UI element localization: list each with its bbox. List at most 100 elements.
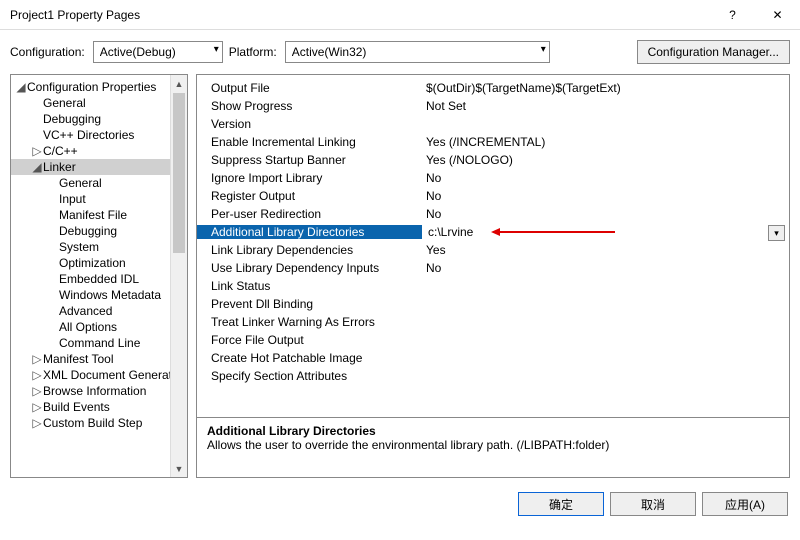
tree-item[interactable]: Advanced bbox=[11, 303, 187, 319]
scroll-up-icon[interactable]: ▲ bbox=[171, 75, 187, 92]
tree-item[interactable]: VC++ Directories bbox=[11, 127, 187, 143]
tree-linker[interactable]: ◢Linker bbox=[11, 159, 187, 175]
tree-label: Optimization bbox=[59, 256, 126, 270]
tree-item[interactable]: ▷Build Events bbox=[11, 399, 187, 415]
tree-item[interactable]: Command Line bbox=[11, 335, 187, 351]
tree-label: Linker bbox=[43, 160, 76, 174]
property-row[interactable]: Ignore Import LibraryNo bbox=[197, 169, 789, 187]
tree-label: Debugging bbox=[43, 112, 101, 126]
property-value[interactable]: No bbox=[422, 207, 789, 221]
property-row[interactable]: Enable Incremental LinkingYes (/INCREMEN… bbox=[197, 133, 789, 151]
dropdown-icon[interactable]: ▾ bbox=[768, 225, 785, 241]
tree-item[interactable]: Embedded IDL bbox=[11, 271, 187, 287]
tree-label: Build Events bbox=[43, 400, 110, 414]
tree-item[interactable]: Windows Metadata bbox=[11, 287, 187, 303]
property-row[interactable]: Additional Library Directories ▾ bbox=[197, 223, 789, 241]
property-label: Prevent Dll Binding bbox=[197, 297, 422, 311]
property-label: Enable Incremental Linking bbox=[197, 135, 422, 149]
expanded-icon[interactable]: ◢ bbox=[31, 160, 43, 174]
configuration-label: Configuration: bbox=[10, 45, 87, 59]
property-value[interactable]: Yes (/NOLOGO) bbox=[422, 153, 789, 167]
property-row[interactable]: Suppress Startup BannerYes (/NOLOGO) bbox=[197, 151, 789, 169]
tree-item[interactable]: System bbox=[11, 239, 187, 255]
collapsed-icon[interactable]: ▷ bbox=[31, 352, 43, 366]
help-button[interactable]: ? bbox=[710, 0, 755, 30]
platform-combo[interactable]: ▾ bbox=[285, 41, 550, 63]
collapsed-icon[interactable]: ▷ bbox=[31, 416, 43, 430]
property-label: Additional Library Directories bbox=[197, 225, 422, 239]
collapsed-icon[interactable]: ▷ bbox=[31, 144, 43, 158]
tree-item[interactable]: ▷Browse Information bbox=[11, 383, 187, 399]
tree-label: General bbox=[59, 176, 102, 190]
tree-label: Custom Build Step bbox=[43, 416, 142, 430]
tree-label: Input bbox=[59, 192, 86, 206]
property-row[interactable]: Per-user RedirectionNo bbox=[197, 205, 789, 223]
property-label: Per-user Redirection bbox=[197, 207, 422, 221]
cancel-button[interactable]: 取消 bbox=[610, 492, 696, 516]
property-label: Treat Linker Warning As Errors bbox=[197, 315, 422, 329]
property-row[interactable]: Use Library Dependency InputsNo bbox=[197, 259, 789, 277]
property-value[interactable]: Yes bbox=[422, 243, 789, 257]
property-value[interactable]: No bbox=[422, 261, 789, 275]
property-row[interactable]: Treat Linker Warning As Errors bbox=[197, 313, 789, 331]
property-row[interactable]: Force File Output bbox=[197, 331, 789, 349]
tree-item[interactable]: ▷Custom Build Step bbox=[11, 415, 187, 431]
expanded-icon[interactable]: ◢ bbox=[15, 80, 27, 94]
property-panel: Output File$(OutDir)$(TargetName)$(Targe… bbox=[196, 74, 790, 478]
scroll-down-icon[interactable]: ▼ bbox=[171, 460, 187, 477]
property-value[interactable]: $(OutDir)$(TargetName)$(TargetExt) bbox=[422, 81, 789, 95]
property-value[interactable]: ▾ bbox=[422, 224, 789, 240]
tree-item[interactable]: Debugging bbox=[11, 111, 187, 127]
collapsed-icon[interactable]: ▷ bbox=[31, 400, 43, 414]
tree-label: General bbox=[43, 96, 86, 110]
property-label: Show Progress bbox=[197, 99, 422, 113]
platform-value[interactable] bbox=[285, 41, 550, 63]
tree-label: Debugging bbox=[59, 224, 117, 238]
property-row[interactable]: Create Hot Patchable Image bbox=[197, 349, 789, 367]
window-title: Project1 Property Pages bbox=[10, 8, 710, 22]
scroll-thumb[interactable] bbox=[173, 93, 185, 253]
tree-item[interactable]: ▷XML Document Generator bbox=[11, 367, 187, 383]
collapsed-icon[interactable]: ▷ bbox=[31, 384, 43, 398]
property-row[interactable]: Show ProgressNot Set bbox=[197, 97, 789, 115]
close-button[interactable]: ✕ bbox=[755, 0, 800, 30]
property-value[interactable]: No bbox=[422, 189, 789, 203]
property-value[interactable]: Yes (/INCREMENTAL) bbox=[422, 135, 789, 149]
configuration-combo[interactable]: ▾ bbox=[93, 41, 223, 63]
tree-item[interactable]: Debugging bbox=[11, 223, 187, 239]
ok-button[interactable]: 确定 bbox=[518, 492, 604, 516]
configuration-manager-button[interactable]: Configuration Manager... bbox=[637, 40, 790, 64]
property-row[interactable]: Version bbox=[197, 115, 789, 133]
tree-scrollbar[interactable]: ▲ ▼ bbox=[170, 75, 187, 477]
titlebar: Project1 Property Pages ? ✕ bbox=[0, 0, 800, 30]
tree-item[interactable]: ▷Manifest Tool bbox=[11, 351, 187, 367]
tree-label: Browse Information bbox=[43, 384, 146, 398]
property-row[interactable]: Register OutputNo bbox=[197, 187, 789, 205]
tree-item[interactable]: Input bbox=[11, 191, 187, 207]
tree-item[interactable]: Optimization bbox=[11, 255, 187, 271]
property-row[interactable]: Link Status bbox=[197, 277, 789, 295]
property-row[interactable]: Specify Section Attributes bbox=[197, 367, 789, 385]
tree-item[interactable]: Manifest File bbox=[11, 207, 187, 223]
tree-label: Windows Metadata bbox=[59, 288, 161, 302]
property-label: Specify Section Attributes bbox=[197, 369, 422, 383]
tree-item[interactable]: General bbox=[11, 95, 187, 111]
property-row[interactable]: Output File$(OutDir)$(TargetName)$(Targe… bbox=[197, 79, 789, 97]
collapsed-icon[interactable]: ▷ bbox=[31, 368, 43, 382]
tree-cpp[interactable]: ▷C/C++ bbox=[11, 143, 187, 159]
tree-label: XML Document Generator bbox=[43, 368, 183, 382]
property-value[interactable]: No bbox=[422, 171, 789, 185]
tree-item[interactable]: All Options bbox=[11, 319, 187, 335]
property-edit-input[interactable] bbox=[426, 224, 481, 240]
tree-label: Manifest Tool bbox=[43, 352, 113, 366]
property-row[interactable]: Prevent Dll Binding bbox=[197, 295, 789, 313]
property-label: Use Library Dependency Inputs bbox=[197, 261, 422, 275]
apply-button[interactable]: 应用(A) bbox=[702, 492, 788, 516]
configuration-value[interactable] bbox=[93, 41, 223, 63]
config-row: Configuration: ▾ Platform: ▾ Configurati… bbox=[0, 30, 800, 74]
tree-root[interactable]: ◢Configuration Properties bbox=[11, 79, 187, 95]
property-row[interactable]: Link Library DependenciesYes bbox=[197, 241, 789, 259]
tree-item[interactable]: General bbox=[11, 175, 187, 191]
property-grid: Output File$(OutDir)$(TargetName)$(Targe… bbox=[197, 75, 789, 417]
property-value[interactable]: Not Set bbox=[422, 99, 789, 113]
